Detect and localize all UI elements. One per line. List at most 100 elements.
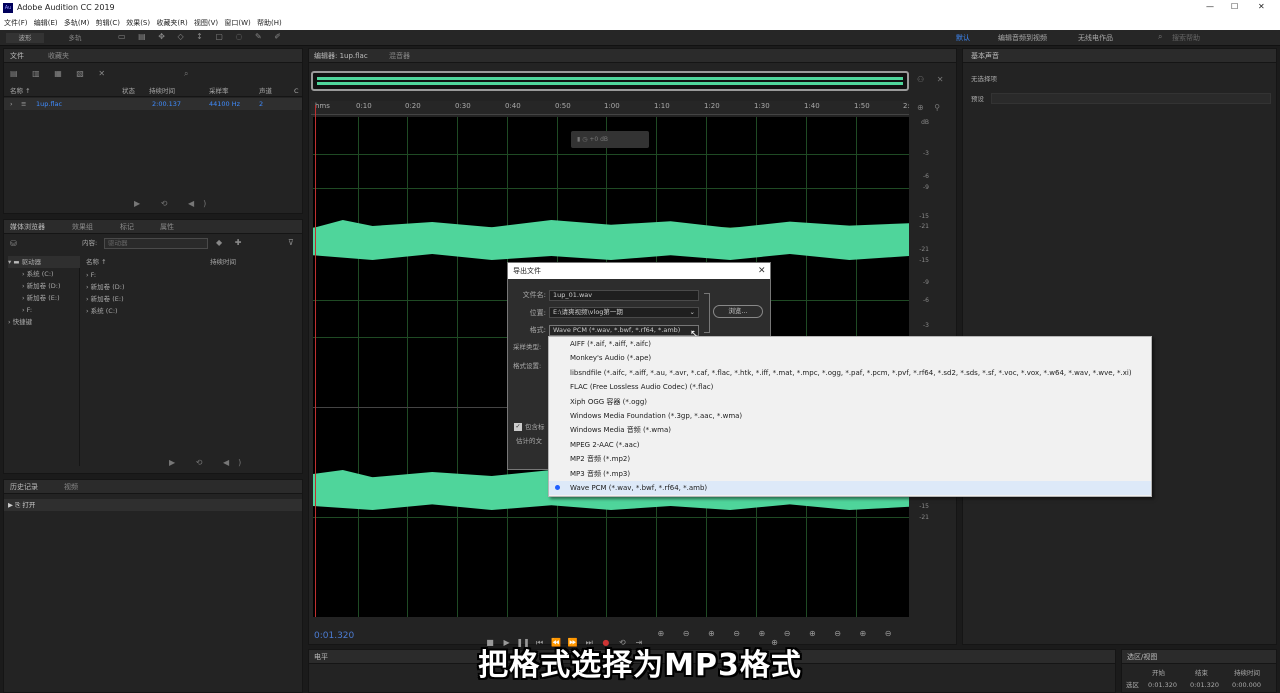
list-item[interactable]: › 系统 (C:) [86, 305, 118, 317]
file-duration: 2:00.137 [152, 100, 182, 108]
toolbar-tool-icons[interactable]: ▭ ▤ ✥ ◇ ↕ ▢ ◌ ✎ ✐ [118, 32, 286, 41]
tab-favorites[interactable]: 收藏夹 [48, 50, 69, 62]
format-option-mp3[interactable]: MP3 音频 (*.mp3) [549, 467, 1151, 481]
media-col-duration[interactable]: 持续时间 [210, 256, 236, 268]
format-option-ape[interactable]: Monkey's Audio (*.ape) [549, 351, 1151, 365]
format-option-flac[interactable]: FLAC (Free Lossless Audio Codec) (*.flac… [549, 380, 1151, 394]
tree-item-shortcuts[interactable]: › 快捷键 [8, 316, 32, 328]
ruler-tick: 1:20 [704, 102, 720, 110]
menu-clip[interactable]: 剪辑(C) [96, 16, 120, 30]
time-ruler[interactable]: hms 0:10 0:20 0:30 0:40 0:50 1:00 1:10 1… [311, 101, 910, 115]
menu-effects[interactable]: 效果(S) [126, 16, 150, 30]
format-option-aiff[interactable]: AIFF (*.aif, *.aiff, *.aifc) [549, 337, 1151, 351]
history-item-open[interactable]: ▶ ⎘ 打开 [4, 499, 302, 511]
media-browser-panel: 媒体浏览器 效果组 标记 属性 ⛁ 内容: 驱动器 ◆ ✚ ⊽ ▾ ▬ 驱动器 … [3, 219, 303, 474]
preset-label: 预设 [971, 95, 984, 103]
format-option-wav[interactable]: Wave PCM (*.wav, *.bwf, *.rf64, *.amb) [549, 480, 1151, 496]
dialog-close-button[interactable]: ✕ [758, 263, 766, 279]
workspace-edit-audio-to-video[interactable]: 编辑音频到视频 [998, 33, 1047, 43]
expand-arrow-icon[interactable]: › [10, 98, 13, 110]
preset-select[interactable] [991, 93, 1271, 104]
format-option-ogg[interactable]: Xiph OGG 容器 (*.ogg) [549, 395, 1151, 409]
zoom-icons[interactable]: ⚇ ✕ [917, 75, 948, 84]
media-nav-icons[interactable]: ◆ ✚ [216, 238, 246, 247]
location-select[interactable]: E:\请爽视频\vlog第一期 ⌄ [549, 307, 699, 318]
waveform-view-button[interactable]: 波形 [6, 33, 44, 43]
format-option-libsndfile[interactable]: libsndfile (*.aifc, *.aiff, *.au, *.avr,… [549, 366, 1151, 380]
window-titlebar: Au Adobe Audition CC 2019 — ☐ ✕ [0, 0, 1280, 16]
files-toolbar-icons[interactable]: ▤ ▥ ▦ ▧ ✕ [10, 69, 111, 78]
workspace-default[interactable]: 默认 [956, 33, 970, 43]
format-option-wmf[interactable]: Windows Media Foundation (*.3gp, *.aac, … [549, 409, 1151, 423]
multitrack-view-button[interactable]: 多轨 [56, 33, 94, 43]
format-dropdown-list: AIFF (*.aif, *.aiff, *.aifc) Monkey's Au… [548, 336, 1152, 497]
media-col-name[interactable]: 名称 ↑ [86, 256, 107, 268]
list-item[interactable]: › F: [86, 269, 96, 281]
tree-item-f[interactable]: › F: [22, 304, 32, 316]
minimize-button[interactable]: — [1206, 2, 1214, 11]
hud-volume-control[interactable]: ▮ ◷ +0 dB [571, 131, 649, 148]
tab-history[interactable]: 历史记录 [10, 481, 38, 493]
waveform-overview[interactable] [311, 71, 909, 91]
filename-input[interactable]: 1up_01.wav [549, 290, 699, 301]
menu-edit[interactable]: 编辑(E) [34, 16, 58, 30]
playhead[interactable] [315, 105, 316, 617]
tab-mixer[interactable]: 混音器 [389, 50, 410, 62]
content-select[interactable]: 驱动器 [104, 238, 208, 249]
media-transport-icons[interactable]: ▶ ⟲ ◀) [169, 458, 250, 467]
tab-effects-rack[interactable]: 效果组 [72, 221, 93, 233]
menu-window[interactable]: 窗口(W) [224, 16, 250, 30]
help-search-input[interactable]: 搜索帮助 [1172, 33, 1200, 43]
list-item[interactable]: › 新加卷 (D:) [86, 281, 125, 293]
close-button[interactable]: ✕ [1258, 2, 1265, 11]
menu-multitrack[interactable]: 多轨(M) [64, 16, 90, 30]
tree-item-d[interactable]: › 新加卷 (D:) [22, 280, 61, 292]
ruler-tick: 0:30 [455, 102, 471, 110]
tab-markers[interactable]: 标记 [120, 221, 134, 233]
ruler-tick: 0:40 [505, 102, 521, 110]
ruler-tick: hms [315, 102, 330, 110]
col-duration[interactable]: 持续时间 [149, 85, 175, 97]
ruler-settings-icons[interactable]: ⊕ ⚲ [917, 103, 944, 112]
menu-favorites[interactable]: 收藏夹(R) [156, 16, 187, 30]
ruler-tick: 0:50 [555, 102, 571, 110]
tab-files[interactable]: 文件 [10, 50, 24, 62]
files-transport-icons[interactable]: ▶ ⟲ ◀) [134, 199, 215, 208]
format-option-mp2[interactable]: MP2 音频 (*.mp2) [549, 452, 1151, 466]
dialog-titlebar: 导出文件 ✕ [508, 263, 770, 279]
col-name[interactable]: 名称 ↑ [10, 85, 31, 97]
format-option-aac[interactable]: MPEG 2-AAC (*.aac) [549, 438, 1151, 452]
format-option-wma[interactable]: Windows Media 音频 (*.wma) [549, 423, 1151, 437]
format-select[interactable]: Wave PCM (*.wav, *.bwf, *.rf64, *.amb) ⌄ [549, 325, 699, 336]
menu-file[interactable]: 文件(F) [4, 16, 28, 30]
filter-icon[interactable]: ⊽ [288, 238, 294, 247]
file-sample-rate: 44100 Hz [209, 100, 241, 108]
browse-button[interactable]: 浏览... [713, 305, 763, 318]
waveform-channel-left [313, 220, 909, 260]
tree-item-drives[interactable]: ▾ ▬ 驱动器 [8, 256, 80, 268]
estimated-size-label: 估计的文 [516, 437, 542, 445]
tab-media-browser[interactable]: 媒体浏览器 [10, 221, 45, 233]
drive-icon: ⛁ [10, 239, 17, 248]
col-channels[interactable]: 声道 [259, 85, 272, 97]
tree-item-e[interactable]: › 新加卷 (E:) [22, 292, 60, 304]
window-title: Adobe Audition CC 2019 [17, 3, 115, 12]
maximize-button[interactable]: ☐ [1231, 2, 1238, 11]
table-row[interactable]: › ≡ 1up.flac 2:00.137 44100 Hz 2 [4, 98, 302, 110]
chevron-down-icon: ⌄ [689, 308, 695, 316]
workspace-radio-production[interactable]: 无线电作品 [1078, 33, 1113, 43]
tab-essential-sound[interactable]: 基本声音 [971, 50, 999, 62]
tree-item-c[interactable]: › 系统 (C:) [22, 268, 54, 280]
menu-help[interactable]: 帮助(H) [257, 16, 282, 30]
menu-view[interactable]: 视图(V) [194, 16, 218, 30]
files-search-icon[interactable]: ⌕ [184, 69, 188, 79]
tab-video[interactable]: 视频 [64, 481, 78, 493]
col-status[interactable]: 状态 [122, 85, 135, 97]
tab-properties[interactable]: 属性 [160, 221, 174, 233]
help-search-icon: ⌕ [1158, 32, 1163, 41]
col-c[interactable]: C [294, 85, 299, 97]
tab-editor[interactable]: 编辑器: 1up.flac [314, 50, 368, 62]
col-sample-rate[interactable]: 采样率 [209, 85, 229, 97]
include-markers-checkbox[interactable]: ✓ [514, 423, 522, 431]
list-item[interactable]: › 新加卷 (E:) [86, 293, 124, 305]
